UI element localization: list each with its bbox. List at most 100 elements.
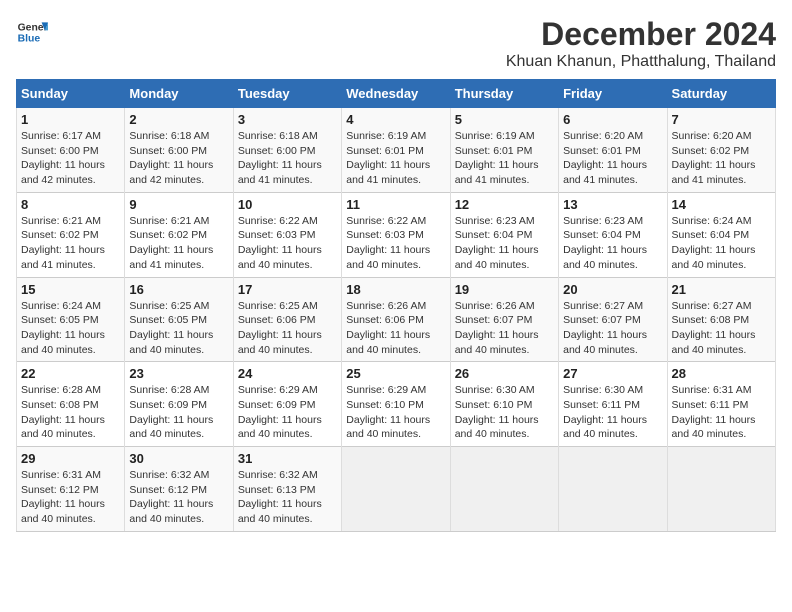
day-info: Sunrise: 6:18 AMSunset: 6:00 PMDaylight:… [129, 129, 228, 188]
calendar-cell: 5 Sunrise: 6:19 AMSunset: 6:01 PMDaylight… [450, 108, 558, 193]
day-info: Sunrise: 6:27 AMSunset: 6:07 PMDaylight:… [563, 299, 662, 358]
calendar-cell: 26 Sunrise: 6:30 AMSunset: 6:10 PMDayligh… [450, 362, 558, 447]
day-number: 9 [129, 197, 228, 212]
calendar-week-2: 8 Sunrise: 6:21 AMSunset: 6:02 PMDaylight… [17, 192, 776, 277]
day-number: 31 [238, 451, 337, 466]
day-number: 7 [672, 112, 771, 127]
calendar-cell: 19 Sunrise: 6:26 AMSunset: 6:07 PMDayligh… [450, 277, 558, 362]
day-number: 4 [346, 112, 445, 127]
day-info: Sunrise: 6:31 AMSunset: 6:12 PMDaylight:… [21, 468, 120, 527]
calendar-cell: 30 Sunrise: 6:32 AMSunset: 6:12 PMDayligh… [125, 447, 233, 532]
calendar-cell: 9 Sunrise: 6:21 AMSunset: 6:02 PMDaylight… [125, 192, 233, 277]
calendar-cell: 2Sunrise: 6:18 AMSunset: 6:00 PMDaylight… [125, 108, 233, 193]
column-header-wednesday: Wednesday [342, 80, 450, 108]
calendar-week-4: 22 Sunrise: 6:28 AMSunset: 6:08 PMDayligh… [17, 362, 776, 447]
header: General Blue December 2024 Khuan Khanun,… [16, 16, 776, 71]
day-info: Sunrise: 6:17 AMSunset: 6:00 PMDaylight:… [21, 129, 120, 188]
day-info: Sunrise: 6:27 AMSunset: 6:08 PMDaylight:… [672, 299, 771, 358]
calendar-cell: 17 Sunrise: 6:25 AMSunset: 6:06 PMDayligh… [233, 277, 341, 362]
calendar-cell: 16Sunrise: 6:25 AMSunset: 6:05 PMDayligh… [125, 277, 233, 362]
logo: General Blue [16, 16, 48, 48]
calendar-week-1: 1Sunrise: 6:17 AMSunset: 6:00 PMDaylight… [17, 108, 776, 193]
day-info: Sunrise: 6:28 AMSunset: 6:09 PMDaylight:… [129, 383, 228, 442]
day-info: Sunrise: 6:21 AMSunset: 6:02 PMDaylight:… [21, 214, 120, 273]
calendar-cell: 1Sunrise: 6:17 AMSunset: 6:00 PMDaylight… [17, 108, 125, 193]
day-number: 26 [455, 366, 554, 381]
calendar-cell: 4 Sunrise: 6:19 AMSunset: 6:01 PMDaylight… [342, 108, 450, 193]
calendar-cell: 8 Sunrise: 6:21 AMSunset: 6:02 PMDaylight… [17, 192, 125, 277]
day-info: Sunrise: 6:32 AMSunset: 6:13 PMDaylight:… [238, 468, 337, 527]
title-block: December 2024 Khuan Khanun, Phatthalung,… [506, 16, 776, 71]
column-header-thursday: Thursday [450, 80, 558, 108]
day-number: 15 [21, 282, 120, 297]
calendar-week-3: 15 Sunrise: 6:24 AMSunset: 6:05 PMDayligh… [17, 277, 776, 362]
calendar-cell [342, 447, 450, 532]
calendar-cell: 24Sunrise: 6:29 AMSunset: 6:09 PMDayligh… [233, 362, 341, 447]
calendar-cell: 20 Sunrise: 6:27 AMSunset: 6:07 PMDayligh… [559, 277, 667, 362]
day-number: 23 [129, 366, 228, 381]
calendar-cell: 15 Sunrise: 6:24 AMSunset: 6:05 PMDayligh… [17, 277, 125, 362]
calendar-cell: 14Sunrise: 6:24 AMSunset: 6:04 PMDayligh… [667, 192, 775, 277]
calendar-cell: 10Sunrise: 6:22 AMSunset: 6:03 PMDayligh… [233, 192, 341, 277]
calendar-cell: 11Sunrise: 6:22 AMSunset: 6:03 PMDayligh… [342, 192, 450, 277]
day-number: 21 [672, 282, 771, 297]
day-info: Sunrise: 6:23 AMSunset: 6:04 PMDaylight:… [563, 214, 662, 273]
day-info: Sunrise: 6:21 AMSunset: 6:02 PMDaylight:… [129, 214, 228, 273]
day-number: 17 [238, 282, 337, 297]
day-info: Sunrise: 6:26 AMSunset: 6:07 PMDaylight:… [455, 299, 554, 358]
day-number: 27 [563, 366, 662, 381]
day-info: Sunrise: 6:20 AMSunset: 6:01 PMDaylight:… [563, 129, 662, 188]
calendar-cell: 25Sunrise: 6:29 AMSunset: 6:10 PMDayligh… [342, 362, 450, 447]
day-number: 25 [346, 366, 445, 381]
day-info: Sunrise: 6:18 AMSunset: 6:00 PMDaylight:… [238, 129, 337, 188]
calendar-cell: 22 Sunrise: 6:28 AMSunset: 6:08 PMDayligh… [17, 362, 125, 447]
column-header-tuesday: Tuesday [233, 80, 341, 108]
day-number: 18 [346, 282, 445, 297]
day-number: 6 [563, 112, 662, 127]
day-info: Sunrise: 6:19 AMSunset: 6:01 PMDaylight:… [346, 129, 445, 188]
day-info: Sunrise: 6:28 AMSunset: 6:08 PMDaylight:… [21, 383, 120, 442]
column-header-friday: Friday [559, 80, 667, 108]
day-info: Sunrise: 6:30 AMSunset: 6:11 PMDaylight:… [563, 383, 662, 442]
calendar-cell [667, 447, 775, 532]
svg-text:Blue: Blue [18, 34, 41, 45]
day-number: 8 [21, 197, 120, 212]
column-header-monday: Monday [125, 80, 233, 108]
calendar-cell: 6 Sunrise: 6:20 AMSunset: 6:01 PMDaylight… [559, 108, 667, 193]
day-number: 29 [21, 451, 120, 466]
calendar-cell: 28 Sunrise: 6:31 AMSunset: 6:11 PMDayligh… [667, 362, 775, 447]
day-info: Sunrise: 6:23 AMSunset: 6:04 PMDaylight:… [455, 214, 554, 273]
calendar-cell: 3 Sunrise: 6:18 AMSunset: 6:00 PMDaylight… [233, 108, 341, 193]
day-info: Sunrise: 6:30 AMSunset: 6:10 PMDaylight:… [455, 383, 554, 442]
calendar-cell: 13Sunrise: 6:23 AMSunset: 6:04 PMDayligh… [559, 192, 667, 277]
day-number: 20 [563, 282, 662, 297]
calendar-week-5: 29 Sunrise: 6:31 AMSunset: 6:12 PMDayligh… [17, 447, 776, 532]
calendar-cell: 27 Sunrise: 6:30 AMSunset: 6:11 PMDayligh… [559, 362, 667, 447]
calendar-table: SundayMondayTuesdayWednesdayThursdayFrid… [16, 79, 776, 532]
calendar-cell: 31 Sunrise: 6:32 AMSunset: 6:13 PMDayligh… [233, 447, 341, 532]
day-number: 22 [21, 366, 120, 381]
day-info: Sunrise: 6:24 AMSunset: 6:04 PMDaylight:… [672, 214, 771, 273]
calendar-cell: 18Sunrise: 6:26 AMSunset: 6:06 PMDayligh… [342, 277, 450, 362]
day-number: 11 [346, 197, 445, 212]
day-info: Sunrise: 6:24 AMSunset: 6:05 PMDaylight:… [21, 299, 120, 358]
day-number: 30 [129, 451, 228, 466]
day-number: 19 [455, 282, 554, 297]
day-info: Sunrise: 6:31 AMSunset: 6:11 PMDaylight:… [672, 383, 771, 442]
calendar-cell: 7Sunrise: 6:20 AMSunset: 6:02 PMDaylight… [667, 108, 775, 193]
day-info: Sunrise: 6:25 AMSunset: 6:06 PMDaylight:… [238, 299, 337, 358]
day-number: 5 [455, 112, 554, 127]
column-header-saturday: Saturday [667, 80, 775, 108]
column-header-sunday: Sunday [17, 80, 125, 108]
location: Khuan Khanun, Phatthalung, Thailand [506, 53, 776, 71]
day-info: Sunrise: 6:19 AMSunset: 6:01 PMDaylight:… [455, 129, 554, 188]
day-info: Sunrise: 6:32 AMSunset: 6:12 PMDaylight:… [129, 468, 228, 527]
day-number: 3 [238, 112, 337, 127]
day-number: 12 [455, 197, 554, 212]
day-info: Sunrise: 6:22 AMSunset: 6:03 PMDaylight:… [238, 214, 337, 273]
day-number: 24 [238, 366, 337, 381]
calendar-cell [559, 447, 667, 532]
month-year: December 2024 [506, 16, 776, 53]
day-info: Sunrise: 6:25 AMSunset: 6:05 PMDaylight:… [129, 299, 228, 358]
day-number: 28 [672, 366, 771, 381]
